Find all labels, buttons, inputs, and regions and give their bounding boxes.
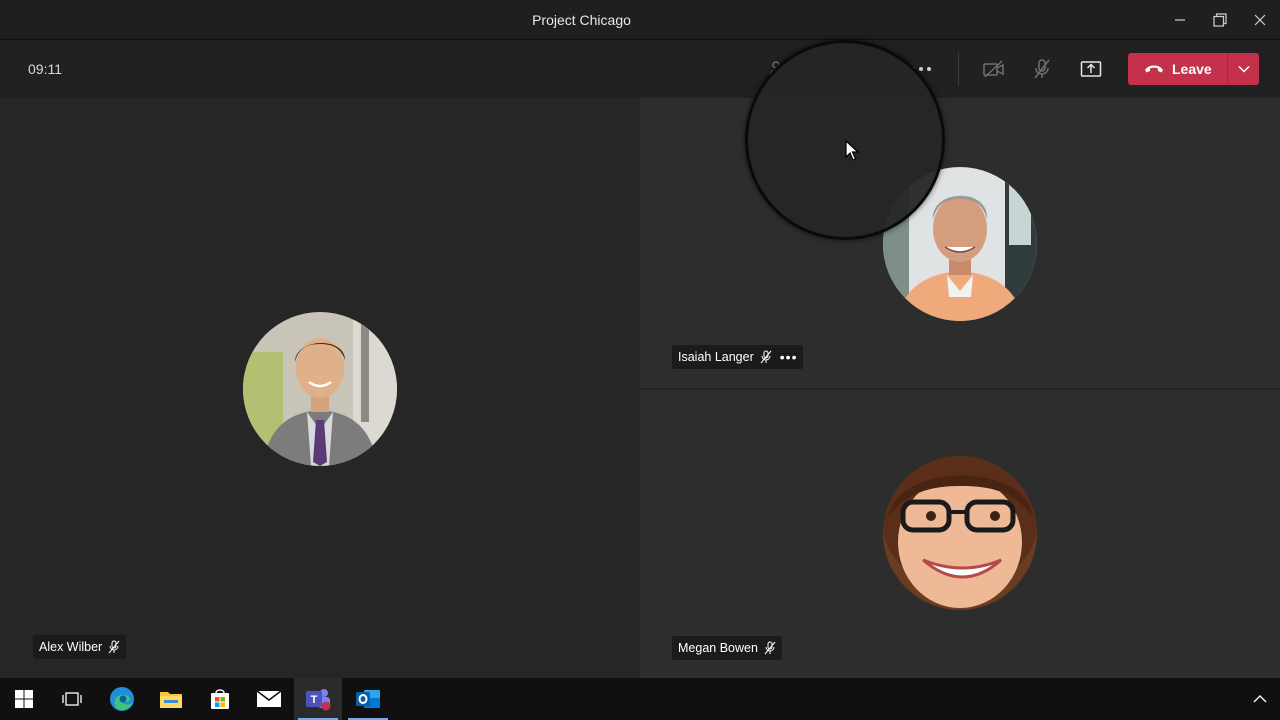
avatar — [243, 312, 397, 466]
participant-more-options[interactable]: ••• — [780, 349, 798, 365]
share-screen-button[interactable] — [1075, 53, 1107, 85]
edge-icon — [110, 687, 134, 711]
minimize-button[interactable] — [1160, 0, 1200, 40]
camera-off-icon — [983, 60, 1004, 78]
window-titlebar: Project Chicago — [0, 0, 1280, 40]
participant-name: Alex Wilber — [39, 640, 103, 654]
call-timer: 09:11 — [28, 61, 62, 77]
participant-name-tag: Isaiah Langer ••• — [672, 345, 804, 369]
hang-up-icon — [1145, 65, 1163, 73]
outlook-taskbar-button[interactable] — [344, 678, 392, 720]
show-hidden-icons-chevron — [1253, 695, 1267, 703]
outlook-icon — [356, 690, 380, 708]
microsoft-store-taskbar-button[interactable] — [196, 678, 244, 720]
start-button[interactable] — [0, 678, 48, 720]
windows-taskbar: T — [0, 678, 1280, 720]
chevron-down-icon — [1237, 65, 1250, 73]
mail-taskbar-button[interactable] — [245, 678, 293, 720]
toolbar-divider — [958, 52, 959, 86]
participant-name: Isaiah Langer — [678, 350, 754, 364]
share-screen-icon — [1080, 61, 1102, 77]
mic-off-icon — [760, 350, 772, 364]
mic-toggle-button[interactable] — [1026, 53, 1058, 85]
leave-main-button[interactable]: Leave — [1128, 53, 1227, 85]
teams-taskbar-button[interactable]: T — [294, 678, 342, 720]
file-explorer-icon — [160, 692, 182, 708]
participant-name-tag: Alex Wilber — [33, 635, 127, 659]
participant-name: Megan Bowen — [678, 641, 758, 655]
restore-icon — [1213, 13, 1227, 27]
participant-tile-isaiah[interactable]: Isaiah Langer ••• — [640, 98, 1280, 388]
megan-avatar-image — [883, 456, 1037, 610]
mouse-cursor-icon — [845, 140, 859, 161]
mail-icon — [256, 690, 282, 707]
window-title: Project Chicago — [532, 12, 631, 28]
task-view-button[interactable] — [48, 678, 96, 720]
participant-name-tag: Megan Bowen — [672, 636, 782, 660]
edge-taskbar-button[interactable] — [98, 678, 146, 720]
participant-tile-megan[interactable]: Megan Bowen — [640, 388, 1280, 678]
leave-label: Leave — [1172, 61, 1212, 77]
svg-text:T: T — [311, 694, 318, 706]
restore-button[interactable] — [1200, 0, 1240, 40]
microsoft-store-icon — [211, 689, 229, 709]
camera-toggle-button[interactable] — [978, 53, 1010, 85]
show-hidden-icons-button[interactable] — [1240, 678, 1280, 720]
leave-button[interactable]: Leave — [1128, 53, 1259, 85]
mic-off-icon — [764, 641, 776, 655]
alex-avatar-image — [243, 312, 397, 466]
avatar — [883, 456, 1037, 610]
participant-tile-alex[interactable]: Alex Wilber — [0, 98, 640, 678]
close-icon — [1254, 14, 1266, 26]
leave-dropdown-button[interactable] — [1228, 53, 1259, 85]
file-explorer-taskbar-button[interactable] — [147, 678, 195, 720]
call-control-bar: 09:11 Leave — [0, 40, 1280, 98]
mic-off-icon — [1034, 59, 1050, 79]
teams-icon: T — [306, 689, 331, 711]
task-view-icon — [62, 692, 82, 706]
mic-off-icon — [108, 640, 120, 654]
minimize-icon — [1175, 19, 1185, 21]
windows-start-icon — [15, 690, 33, 708]
close-button[interactable] — [1240, 0, 1280, 40]
